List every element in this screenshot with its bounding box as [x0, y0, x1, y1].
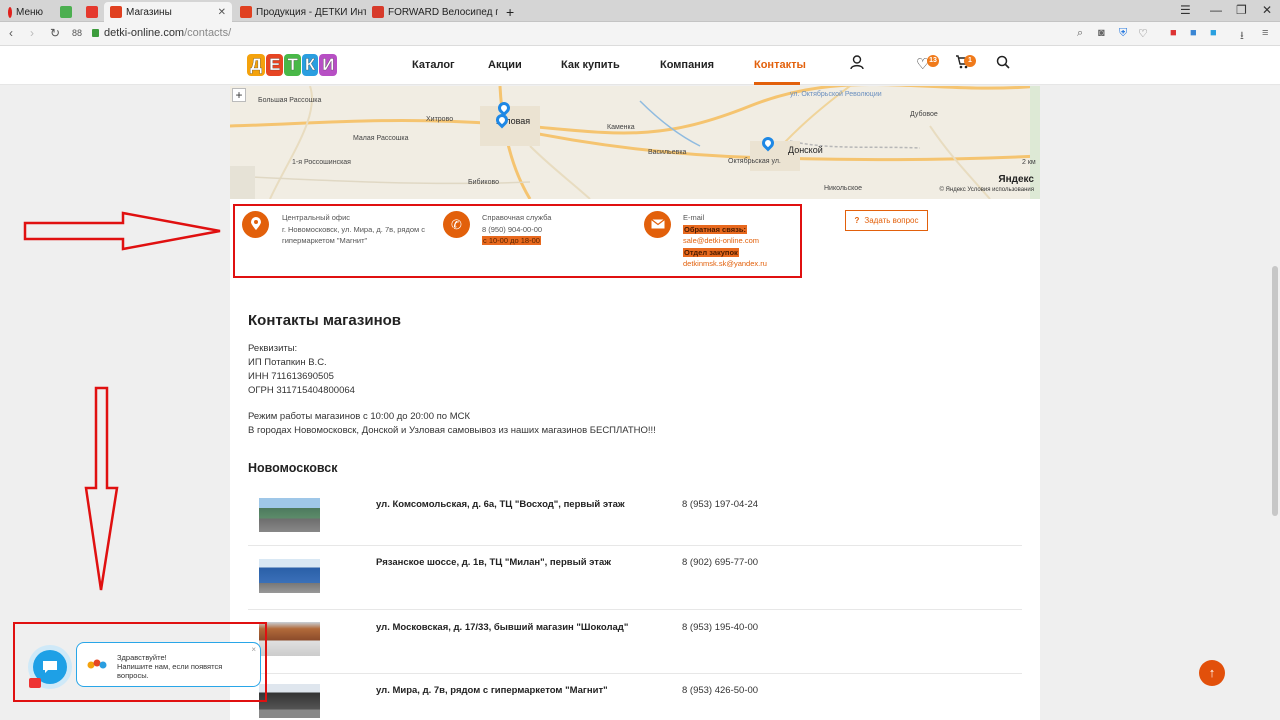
detki-mini-logo-icon: [87, 657, 107, 674]
chat-greeting: Здравствуйте!: [117, 653, 167, 662]
page-scrollbar[interactable]: [1270, 86, 1280, 720]
scroll-to-top-button[interactable]: ↑: [1199, 660, 1225, 686]
scrollbar-thumb[interactable]: [1272, 266, 1278, 516]
chat-line: Напишите нам, если появятся: [117, 662, 223, 671]
chat-line: вопросы.: [117, 671, 149, 680]
annotation-arrow-right: [23, 211, 221, 251]
annotation-arrow-down: [84, 386, 119, 591]
chat-close-icon[interactable]: ×: [251, 645, 256, 654]
chat-notification-icon: [29, 678, 41, 688]
chat-greeting-popup[interactable]: Здравствуйте! Напишите нам, если появятс…: [76, 642, 261, 687]
chat-icon: [42, 661, 58, 677]
chat-greeting-text: Здравствуйте! Напишите нам, если появятс…: [117, 653, 222, 680]
annotation-arrows: [23, 211, 221, 591]
arrow-up-icon: ↑: [1208, 665, 1216, 680]
